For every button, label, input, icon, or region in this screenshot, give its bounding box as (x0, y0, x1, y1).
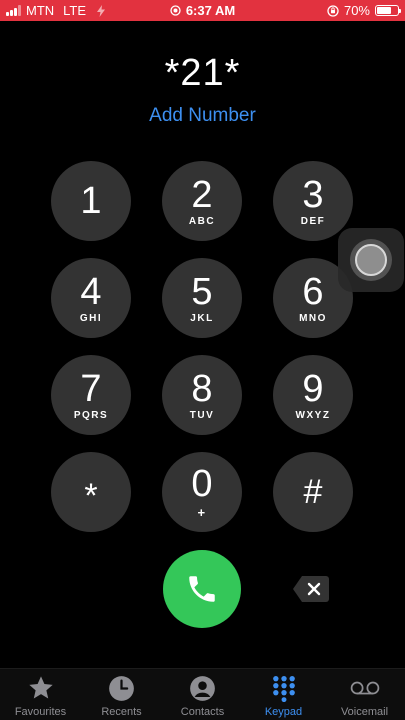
key-7[interactable]: 7 PQRS (51, 355, 131, 435)
key-letters: DEF (300, 215, 326, 227)
key-digit: 5 (191, 270, 213, 313)
key-letters: TUV (189, 409, 215, 421)
key-2[interactable]: 2 ABC (162, 161, 242, 241)
key-8[interactable]: 8 TUV (162, 355, 242, 435)
key-digit: 2 (191, 173, 213, 216)
key-digit: 8 (191, 367, 213, 410)
dialed-number: *21* (164, 52, 241, 94)
key-letters: PQRS (73, 409, 109, 421)
key-star[interactable]: * (51, 452, 131, 532)
star-icon (26, 673, 56, 703)
delete-button[interactable] (292, 575, 330, 603)
key-9[interactable]: 9 WXYZ (273, 355, 353, 435)
battery-percent: 70% (343, 3, 370, 18)
tab-keypad[interactable]: Keypad (243, 673, 324, 720)
tab-voicemail[interactable]: Voicemail (324, 673, 405, 720)
key-letters: + (197, 504, 207, 520)
assistive-touch-button[interactable] (338, 228, 404, 292)
key-letters: WXYZ (295, 409, 331, 421)
orientation-lock-icon (327, 4, 339, 17)
key-digit: 4 (80, 270, 102, 313)
key-4[interactable]: 4 GHI (51, 258, 131, 338)
key-letters: GHI (79, 312, 103, 324)
tab-label: Contacts (180, 706, 225, 718)
key-letters: ABC (188, 215, 216, 227)
battery-fill (377, 7, 391, 14)
phone-icon (189, 576, 215, 602)
call-indicator-icon (170, 5, 181, 16)
key-0[interactable]: 0 + (162, 452, 242, 532)
tab-contacts[interactable]: Contacts (162, 673, 243, 720)
key-3[interactable]: 3 DEF (273, 161, 353, 241)
key-1[interactable]: 1 (51, 161, 131, 241)
key-digit: * (84, 477, 98, 515)
clock-icon (107, 673, 137, 703)
key-digit: # (303, 473, 323, 511)
key-digit: 9 (302, 367, 324, 410)
key-digit: 7 (80, 367, 102, 410)
key-letters: JKL (190, 312, 214, 324)
voicemail-icon (350, 673, 380, 703)
tab-recents[interactable]: Recents (81, 673, 162, 720)
keypad-icon (269, 673, 299, 703)
clock-time: 6:37 AM (185, 3, 236, 18)
add-number-link[interactable]: Add Number (0, 105, 405, 127)
battery-icon (375, 5, 401, 16)
tab-label: Voicemail (340, 706, 389, 718)
tab-favourites[interactable]: Favourites (0, 673, 81, 720)
contact-icon (188, 673, 218, 703)
call-button[interactable] (163, 550, 241, 628)
tab-label: Favourites (14, 706, 67, 718)
backspace-icon (293, 576, 329, 602)
status-bar: MTN LTE 6:37 AM 70% (0, 0, 405, 21)
key-digit: 1 (80, 180, 102, 222)
key-digit: 0 (191, 462, 213, 505)
key-digit: 6 (302, 270, 324, 313)
tab-label: Recents (101, 706, 142, 718)
key-5[interactable]: 5 JKL (162, 258, 242, 338)
tab-bar: Favourites Recents Contacts Keypad Voice… (0, 668, 405, 720)
key-digit: 3 (302, 173, 324, 216)
tab-label: Keypad (264, 706, 303, 718)
key-hash[interactable]: # (273, 452, 353, 532)
key-letters: MNO (299, 312, 327, 324)
